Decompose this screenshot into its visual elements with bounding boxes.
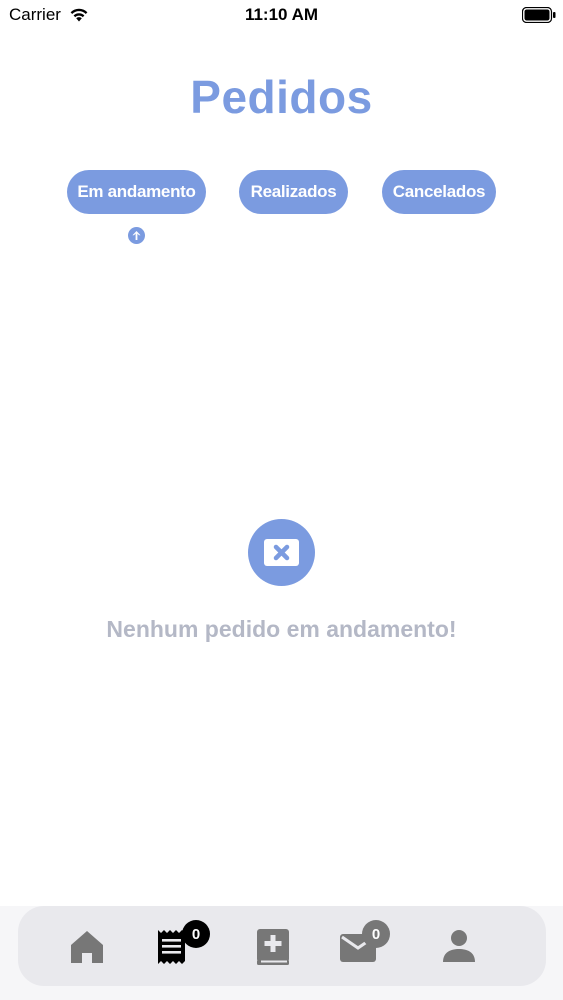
orders-screen: Carrier 11:10 AM Pedidos Em andamento Re…: [0, 0, 563, 1000]
medical-book-icon: [257, 929, 289, 965]
user-icon: [443, 930, 475, 962]
close-box-icon: [248, 519, 315, 586]
tab-completed[interactable]: Realizados: [239, 170, 348, 214]
home-icon: [71, 931, 103, 963]
page-title: Pedidos: [190, 71, 373, 123]
empty-state-message: Nenhum pedido em andamento!: [106, 616, 457, 642]
messages-badge: 0: [362, 920, 390, 948]
nav-catalog[interactable]: [253, 926, 293, 968]
clock: 11:10 AM: [244, 5, 319, 24]
arrow-up-circle-icon: [128, 227, 145, 244]
tab-cancelled[interactable]: Cancelados: [382, 170, 496, 214]
tab-in-progress[interactable]: Em andamento: [67, 170, 206, 214]
orders-badge: 0: [182, 920, 210, 948]
nav-profile[interactable]: [439, 926, 479, 968]
nav-home[interactable]: [67, 926, 107, 968]
battery-icon: [522, 7, 556, 23]
status-bar: Carrier 11:10 AM: [0, 0, 563, 30]
